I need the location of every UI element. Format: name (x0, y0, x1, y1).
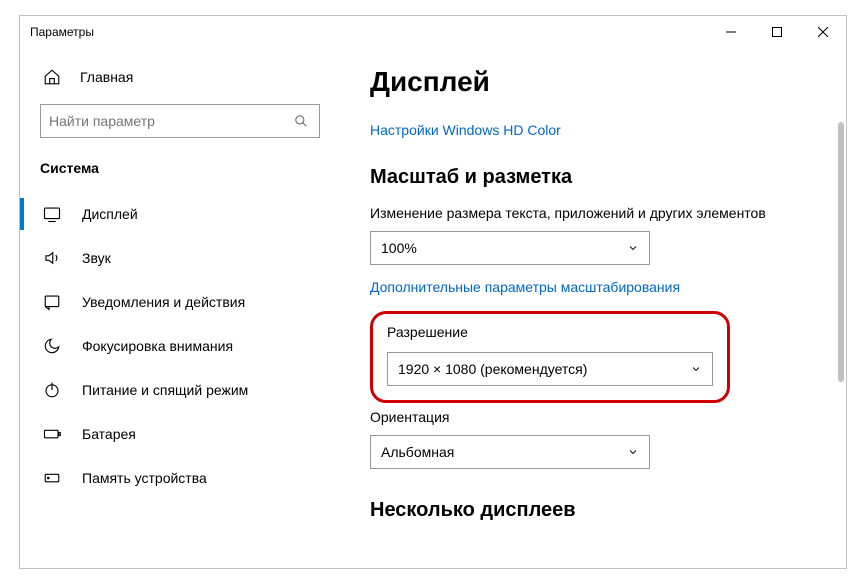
multi-display-heading: Несколько дисплеев (370, 499, 816, 522)
sidebar-item-label: Память устройства (82, 470, 207, 486)
storage-icon (40, 469, 64, 487)
scale-heading: Масштаб и разметка (370, 166, 816, 189)
page-title: Дисплей (370, 66, 816, 98)
resolution-dropdown[interactable]: 1920 × 1080 (рекомендуется) (387, 352, 713, 386)
sidebar-item-display[interactable]: Дисплей (20, 192, 340, 236)
window-controls (708, 16, 846, 48)
search-icon (291, 114, 311, 128)
power-icon (40, 381, 64, 399)
sidebar-item-focus[interactable]: Фокусировка внимания (20, 324, 340, 368)
titlebar: Параметры (20, 16, 846, 48)
sidebar-group-title: Система (20, 152, 340, 192)
notifications-icon (40, 293, 64, 311)
resolution-highlight: Разрешение 1920 × 1080 (рекомендуется) (370, 311, 730, 403)
home-label: Главная (80, 69, 133, 85)
window-body: Главная Система (20, 48, 846, 568)
home-link[interactable]: Главная (20, 58, 340, 96)
hd-color-link[interactable]: Настройки Windows HD Color (370, 122, 561, 138)
orientation-block: Ориентация Альбомная (370, 409, 816, 469)
close-button[interactable] (800, 16, 846, 48)
battery-icon (40, 425, 64, 443)
minimize-button[interactable] (708, 16, 754, 48)
scale-dropdown[interactable]: 100% (370, 231, 650, 265)
maximize-button[interactable] (754, 16, 800, 48)
sidebar-item-label: Уведомления и действия (82, 294, 245, 310)
sidebar-item-label: Питание и спящий режим (82, 382, 248, 398)
sidebar-item-sound[interactable]: Звук (20, 236, 340, 280)
window-title: Параметры (30, 25, 94, 39)
nav: Дисплей Звук Уве (20, 192, 340, 568)
advanced-scale-link[interactable]: Дополнительные параметры масштабирования (370, 279, 680, 295)
scale-block: Изменение размера текста, приложений и д… (370, 205, 816, 265)
search-container (20, 96, 340, 152)
sidebar-item-label: Дисплей (82, 206, 138, 222)
resolution-label: Разрешение (387, 324, 713, 340)
scale-label: Изменение размера текста, приложений и д… (370, 205, 816, 221)
scale-value: 100% (381, 240, 417, 256)
sidebar-item-label: Фокусировка внимания (82, 338, 233, 354)
sidebar-item-storage[interactable]: Память устройства (20, 456, 340, 500)
orientation-label: Ориентация (370, 409, 816, 425)
sidebar-item-power[interactable]: Питание и спящий режим (20, 368, 340, 412)
home-icon (40, 68, 64, 86)
chevron-down-icon (627, 242, 639, 254)
sidebar: Главная Система (20, 48, 340, 568)
sidebar-item-notifications[interactable]: Уведомления и действия (20, 280, 340, 324)
chevron-down-icon (627, 446, 639, 458)
search-input[interactable] (49, 113, 291, 129)
search-box[interactable] (40, 104, 320, 138)
display-icon (40, 205, 64, 223)
scrollbar[interactable] (838, 122, 844, 382)
sound-icon (40, 249, 64, 267)
settings-window: Параметры Главная (19, 15, 847, 569)
focus-icon (40, 337, 64, 355)
sidebar-item-label: Звук (82, 250, 111, 266)
sidebar-item-label: Батарея (82, 426, 136, 442)
orientation-value: Альбомная (381, 444, 454, 460)
orientation-dropdown[interactable]: Альбомная (370, 435, 650, 469)
sidebar-item-battery[interactable]: Батарея (20, 412, 340, 456)
resolution-value: 1920 × 1080 (рекомендуется) (398, 361, 587, 377)
chevron-down-icon (690, 363, 702, 375)
content: Дисплей Настройки Windows HD Color Масшт… (340, 48, 846, 568)
